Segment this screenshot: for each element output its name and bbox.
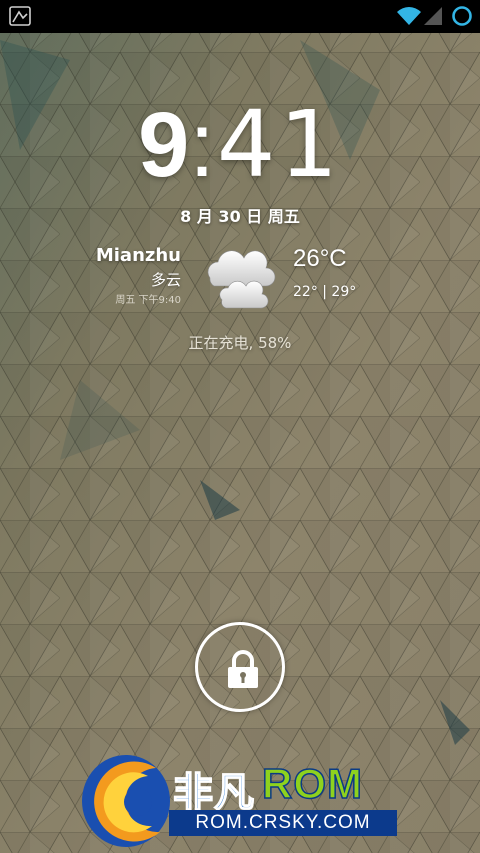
unlock-button[interactable] — [195, 622, 285, 712]
clock-separator: : — [189, 94, 215, 196]
battery-circle-icon — [452, 6, 472, 26]
weather-temperature: 26°C — [293, 245, 347, 272]
lock-icon — [228, 650, 258, 688]
clock-hour: 9 — [138, 94, 189, 196]
weather-condition: 多云 — [150, 271, 181, 289]
cloudy-icon — [207, 250, 276, 309]
weather-temp-range: 22° | 29° — [293, 284, 357, 300]
weather-updated-time: 周五 下午9:40 — [115, 295, 181, 306]
lockscreen-date: 8 月 30 日 周五 — [180, 207, 300, 226]
clock-minutes: 41 — [216, 91, 342, 198]
notification-icon — [9, 6, 31, 26]
status-bar — [0, 0, 480, 33]
watermark-url: ROM.CRSKY.COM — [169, 810, 397, 836]
lockscreen-clock: 9:41 — [0, 94, 480, 196]
wifi-icon — [397, 7, 421, 25]
weather-city: Mianzhu — [95, 245, 181, 266]
watermark-brand-rom: ROM — [261, 759, 363, 808]
charging-status: 正在充电, 58% — [188, 334, 292, 352]
signal-icon — [424, 7, 442, 25]
